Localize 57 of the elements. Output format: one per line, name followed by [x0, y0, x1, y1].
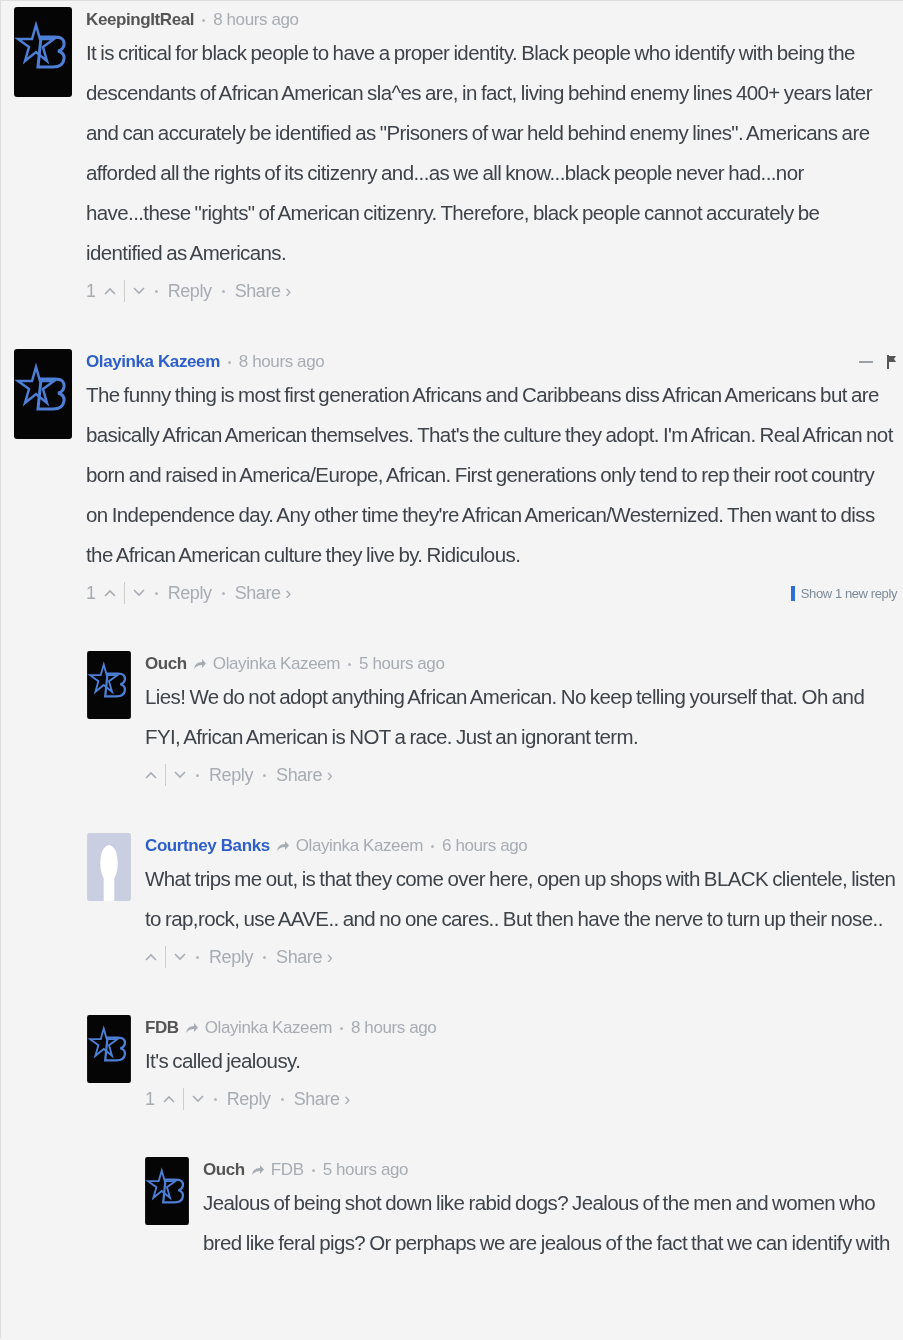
avatar-icon[interactable] [87, 651, 131, 719]
upvote-icon[interactable] [145, 771, 157, 779]
share-link[interactable]: Share › [293, 1088, 350, 1110]
timestamp[interactable]: 6 hours ago [442, 836, 528, 856]
downvote-icon[interactable] [174, 953, 186, 961]
vote-count: 1 [86, 280, 96, 302]
author-name[interactable]: KeepingItReal [86, 10, 195, 30]
downvote-icon[interactable] [191, 1095, 204, 1103]
share-link[interactable]: Share › [276, 946, 333, 968]
parent-author-link[interactable]: Olayinka Kazeem [295, 836, 423, 856]
vote-count: 1 [145, 1088, 155, 1110]
avatar-icon[interactable] [14, 349, 72, 439]
upvote-icon[interactable] [162, 1095, 175, 1103]
collapse-icon[interactable] [859, 360, 873, 364]
vote-count: 1 [86, 582, 96, 604]
author-name[interactable]: Courtney Banks [145, 836, 270, 856]
comment-text: It is critical for black people to have a proper identity. Black people who identify with being the descendants of African American sla^es are, in fact, living behind enemy lines 400+ years later and can accurately be identified as "Prisoners of war held behind enemy lines". Americans are afforded all the rights of its citizenry and...as we all know...black people never had...nor have...these "rights" of American citizenry. Therefore, black people cannot accurately be identified as Americans. [86, 40, 874, 266]
reply-link[interactable]: Reply [226, 1088, 271, 1110]
reply-link[interactable]: Reply [209, 764, 254, 786]
timestamp[interactable]: 8 hours ago [351, 1018, 437, 1038]
comment-text: Lies! We do not adopt anything African American. No keep telling yourself that. Oh and FYI, African American is NOT a race. Just an ignorant term. [145, 684, 866, 750]
share-link[interactable]: Share › [234, 582, 291, 604]
downvote-icon[interactable] [132, 589, 145, 597]
share-link[interactable]: Share › [234, 280, 291, 302]
reply-arrow-icon [184, 1022, 199, 1034]
reply-link[interactable]: Reply [167, 280, 212, 302]
author-name[interactable]: FDB [145, 1018, 179, 1038]
upvote-icon[interactable] [145, 953, 157, 961]
author-name[interactable]: Ouch [145, 654, 187, 674]
share-link[interactable]: Share › [276, 764, 333, 786]
avatar-icon[interactable] [87, 1015, 131, 1083]
flag-icon[interactable] [887, 355, 897, 369]
avatar-icon[interactable] [145, 1157, 189, 1225]
upvote-icon[interactable] [103, 287, 116, 295]
upvote-icon[interactable] [103, 589, 116, 597]
timestamp[interactable]: 8 hours ago [213, 10, 299, 30]
comment-text: It's called jealousy. [145, 1048, 302, 1074]
timestamp[interactable]: 8 hours ago [238, 352, 325, 372]
reply-link[interactable]: Reply [209, 946, 254, 968]
comment-text: The funny thing is most first generation Africans and Caribbeans diss African Americans but are basically African American themselves. That's the culture they adopt. I'm African. Real African not born and raised in America/Europe, African. First generations only tend to rep their root country on Independence day. Any other time they're African American/Westernized. Then want to diss the African American culture they live by. Ridiculous. [86, 382, 895, 568]
avatar-icon[interactable] [14, 7, 72, 97]
author-name[interactable]: Ouch [203, 1160, 245, 1180]
author-name[interactable]: Olayinka Kazeem [86, 352, 220, 372]
reply-link[interactable]: Reply [167, 582, 212, 604]
parent-author-link[interactable]: Olayinka Kazeem [204, 1018, 332, 1038]
parent-author-link[interactable]: Olayinka Kazeem [212, 654, 341, 674]
reply-arrow-icon [275, 840, 290, 852]
parent-author-link[interactable]: FDB [270, 1160, 304, 1180]
comment-text: What trips me out, is that they come over here, open up shops with BLACK clientele, listen to rap,rock, use AAVE.. and no one cares.. But then have the nerve to turn up their nose.. [145, 866, 897, 932]
comment-text: Jealous of being shot down like rabid dogs? Jealous of the men and women who bred like feral pigs? Or perphaps we are jealous of the fact that we can identify with [203, 1190, 891, 1256]
new-reply-link[interactable]: Show 1 new reply [790, 585, 897, 601]
downvote-icon[interactable] [174, 771, 186, 779]
reply-arrow-icon [192, 658, 207, 670]
timestamp[interactable]: 5 hours ago [322, 1160, 409, 1180]
downvote-icon[interactable] [132, 287, 145, 295]
timestamp[interactable]: 5 hours ago [359, 654, 445, 674]
reply-arrow-icon [250, 1164, 265, 1176]
